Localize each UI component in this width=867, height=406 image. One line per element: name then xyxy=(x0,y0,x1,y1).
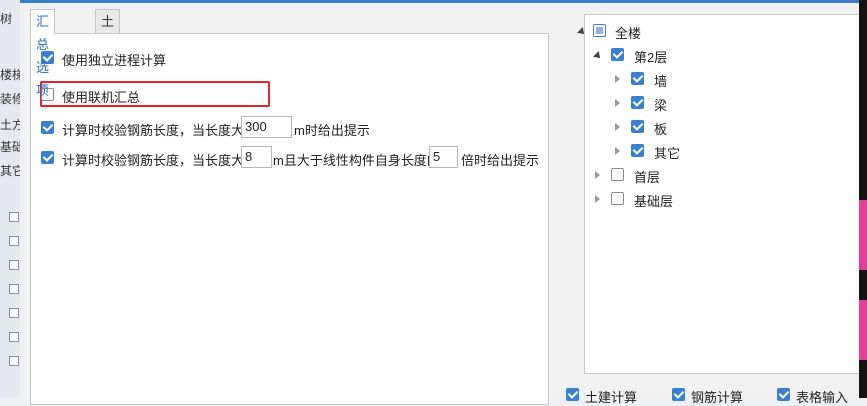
tree-label-beam[interactable]: 梁 xyxy=(654,95,667,114)
online-summary-label: 使用联机汇总 xyxy=(62,90,141,105)
rebar-calc-checkbox[interactable] xyxy=(672,388,685,401)
tree-checkbox-floor1[interactable] xyxy=(611,168,624,181)
tree-checkbox-slab[interactable] xyxy=(631,120,644,133)
tree-label-floor2[interactable]: 第2层 xyxy=(634,47,667,66)
floor-tree xyxy=(584,14,867,374)
collapse-arrow-icon[interactable] xyxy=(615,75,620,83)
tree-checkbox-beam[interactable] xyxy=(631,96,644,109)
rebar-check-2-checkbox[interactable] xyxy=(41,151,54,164)
component-icon xyxy=(9,332,19,342)
independent-process-label: 使用独立进程计算 xyxy=(62,53,167,68)
background-tree-label: 树 xyxy=(0,12,13,26)
table-input-label: 表格输入 xyxy=(796,390,849,405)
tree-label-slab[interactable]: 板 xyxy=(654,119,667,138)
tree-label-foundation[interactable]: 基础层 xyxy=(634,191,673,210)
summary-dialog: 汇总选项 土建工程量选择 使用独立进程计算 使用联机汇总 计算时校验钢筋长度，当… xyxy=(20,0,867,405)
tree-label-floor1[interactable]: 首层 xyxy=(634,167,660,186)
rebar-calc-label: 钢筋计算 xyxy=(691,390,744,405)
component-icon xyxy=(9,236,19,246)
rebar-check-1-checkbox[interactable] xyxy=(41,121,54,134)
rebar-check-1-suffix: m时给出提示 xyxy=(294,123,370,138)
dialog-title-bar xyxy=(20,0,867,3)
tab-civil-quantity-selection[interactable]: 土建工程量选择 xyxy=(95,9,121,167)
collapse-arrow-icon[interactable] xyxy=(615,99,620,107)
rebar-check-1-label: 计算时校验钢筋长度，当长度大于 xyxy=(62,123,258,138)
civil-calc-checkbox[interactable] xyxy=(566,388,579,401)
rebar-length-input-2[interactable]: 8 xyxy=(241,146,272,168)
tree-checkbox-other[interactable] xyxy=(631,144,644,157)
table-input-checkbox[interactable] xyxy=(777,388,790,401)
background-app-panel: 树 楼梯 装修 土方 基础 其它 xyxy=(0,0,24,398)
tree-checkbox-wall[interactable] xyxy=(631,72,644,85)
component-icon xyxy=(9,308,19,318)
tab-summary-options[interactable]: 汇总选项 xyxy=(30,9,56,98)
tree-label-all[interactable]: 全楼 xyxy=(615,23,641,42)
multiple-input[interactable]: 5 xyxy=(429,146,458,168)
collapse-arrow-icon[interactable] xyxy=(615,147,620,155)
tree-checkbox-foundation[interactable] xyxy=(611,192,624,205)
rebar-check-2-middle: m且大于线性构件自身长度的 xyxy=(273,153,440,168)
tree-checkbox-all[interactable] xyxy=(593,24,606,37)
component-icon xyxy=(9,212,19,222)
rebar-check-2-suffix: 倍时给出提示 xyxy=(461,153,540,168)
tree-checkbox-floor2[interactable] xyxy=(611,48,624,61)
component-icon xyxy=(9,356,19,366)
civil-calc-label: 土建计算 xyxy=(585,390,638,405)
collapse-arrow-icon[interactable] xyxy=(615,123,620,131)
collapse-arrow-icon[interactable] xyxy=(595,171,600,179)
tree-label-other[interactable]: 其它 xyxy=(654,143,680,162)
rebar-check-2-label: 计算时校验钢筋长度，当长度大于 xyxy=(62,153,258,168)
component-icon xyxy=(9,284,19,294)
background-canvas-edge xyxy=(859,0,867,398)
collapse-arrow-icon[interactable] xyxy=(595,195,600,203)
canvas-element xyxy=(859,200,867,270)
canvas-element xyxy=(859,300,867,360)
component-icon xyxy=(9,260,19,270)
tree-label-wall[interactable]: 墙 xyxy=(654,71,667,90)
rebar-length-input[interactable]: 300 xyxy=(241,116,292,138)
